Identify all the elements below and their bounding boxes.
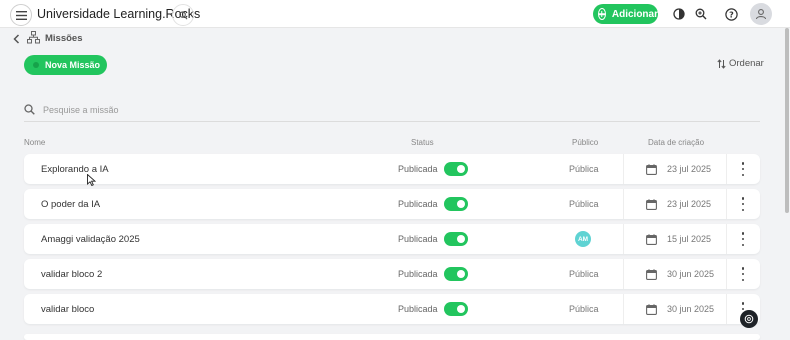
mission-name[interactable]: validar bloco 2 bbox=[41, 269, 102, 280]
mouse-cursor-icon bbox=[87, 173, 97, 191]
menu-icon bbox=[15, 10, 27, 20]
date-cell: 23 jul 2025 bbox=[623, 154, 727, 184]
help-icon: ? bbox=[724, 7, 738, 21]
row-menu-button[interactable] bbox=[740, 267, 746, 281]
table-row[interactable]: Amaggi validação 2025 Publicada AM 15 ju… bbox=[24, 224, 760, 254]
add-button-label: Adicionar bbox=[611, 8, 658, 20]
table-row[interactable] bbox=[24, 334, 760, 340]
status-toggle[interactable] bbox=[444, 232, 468, 246]
page-scrollbar[interactable] bbox=[785, 28, 789, 213]
status-toggle[interactable] bbox=[444, 197, 468, 211]
search-icon bbox=[24, 104, 35, 115]
add-button[interactable]: Adicionar bbox=[593, 4, 658, 24]
plus-circle-icon bbox=[598, 8, 606, 20]
mission-search-field[interactable]: Pesquise a missão bbox=[24, 98, 760, 122]
column-header-date: Data de criação bbox=[648, 138, 705, 147]
row-menu-button[interactable] bbox=[740, 232, 746, 246]
date-cell: 15 jul 2025 bbox=[623, 224, 727, 254]
hierarchy-icon bbox=[27, 31, 40, 49]
search-input[interactable]: Pesquise a missão bbox=[43, 105, 119, 115]
public-label: Pública bbox=[569, 164, 599, 174]
chat-icon bbox=[744, 314, 754, 324]
search-icon bbox=[178, 10, 187, 19]
status-toggle[interactable] bbox=[444, 162, 468, 176]
global-search-button[interactable] bbox=[172, 4, 194, 26]
creation-date: 15 jul 2025 bbox=[667, 234, 712, 244]
status-toggle[interactable] bbox=[444, 267, 468, 281]
creation-date: 23 jul 2025 bbox=[667, 164, 712, 174]
contrast-icon bbox=[673, 8, 685, 20]
new-mission-label: Nova Missão bbox=[45, 60, 101, 70]
contrast-button[interactable] bbox=[670, 5, 688, 23]
help-button[interactable]: ? bbox=[722, 5, 740, 23]
top-bar: Universidade Learning.Rocks Adicionar ? bbox=[0, 0, 790, 28]
status-label: Publicada bbox=[398, 199, 438, 209]
calendar-icon bbox=[646, 303, 657, 315]
new-mission-button[interactable]: Nova Missão bbox=[24, 55, 107, 75]
plus-dot-icon bbox=[33, 62, 39, 68]
row-menu-button[interactable] bbox=[740, 197, 746, 211]
status-label: Publicada bbox=[398, 304, 438, 314]
user-icon bbox=[755, 9, 767, 20]
status-label: Publicada bbox=[398, 234, 438, 244]
mission-name[interactable]: Amaggi validação 2025 bbox=[41, 234, 140, 245]
table-row[interactable]: Explorando a IA Publicada Pública 23 jul… bbox=[24, 154, 760, 184]
table-row[interactable]: O poder da IA Publicada Pública 23 jul 2… bbox=[24, 189, 760, 219]
table-row[interactable]: validar bloco 2 Publicada Pública 30 jun… bbox=[24, 259, 760, 289]
calendar-icon bbox=[646, 163, 657, 175]
floating-chat-button[interactable] bbox=[740, 310, 758, 328]
zoom-icon bbox=[695, 8, 707, 20]
svg-text:?: ? bbox=[729, 10, 734, 19]
mission-name[interactable]: O poder da IA bbox=[41, 199, 100, 210]
creation-date: 30 jun 2025 bbox=[667, 269, 715, 279]
creation-date: 23 jul 2025 bbox=[667, 199, 712, 209]
sort-button[interactable]: Ordenar bbox=[717, 58, 764, 69]
status-label: Publicada bbox=[398, 269, 438, 279]
row-menu-button[interactable] bbox=[740, 162, 746, 176]
status-label: Publicada bbox=[398, 164, 438, 174]
table-row[interactable]: validar bloco Publicada Pública 30 jun 2… bbox=[24, 294, 760, 324]
date-cell: 23 jul 2025 bbox=[623, 189, 727, 219]
calendar-icon bbox=[646, 268, 657, 280]
sort-icon bbox=[717, 58, 726, 69]
page-title: Missões bbox=[45, 33, 83, 44]
sort-label: Ordenar bbox=[729, 58, 764, 69]
public-label: Pública bbox=[569, 304, 599, 314]
user-menu-button[interactable] bbox=[750, 3, 772, 25]
public-label: Pública bbox=[569, 199, 599, 209]
status-toggle[interactable] bbox=[444, 302, 468, 316]
zoom-button[interactable] bbox=[692, 5, 710, 23]
date-cell: 30 jun 2025 bbox=[623, 294, 727, 324]
back-button[interactable] bbox=[13, 33, 20, 47]
date-cell: 30 jun 2025 bbox=[623, 259, 727, 289]
column-header-name: Nome bbox=[24, 138, 46, 147]
chevron-left-icon bbox=[13, 34, 20, 44]
public-label: Pública bbox=[569, 269, 599, 279]
mission-name[interactable]: validar bloco bbox=[41, 304, 94, 315]
calendar-icon bbox=[646, 198, 657, 210]
calendar-icon bbox=[646, 233, 657, 245]
menu-button[interactable] bbox=[10, 4, 32, 26]
creation-date: 30 jun 2025 bbox=[667, 304, 715, 314]
column-header-public: Público bbox=[572, 138, 599, 147]
column-header-status: Status bbox=[411, 138, 434, 147]
mission-name[interactable]: Explorando a IA bbox=[41, 164, 109, 175]
audience-avatar: AM bbox=[575, 231, 591, 247]
